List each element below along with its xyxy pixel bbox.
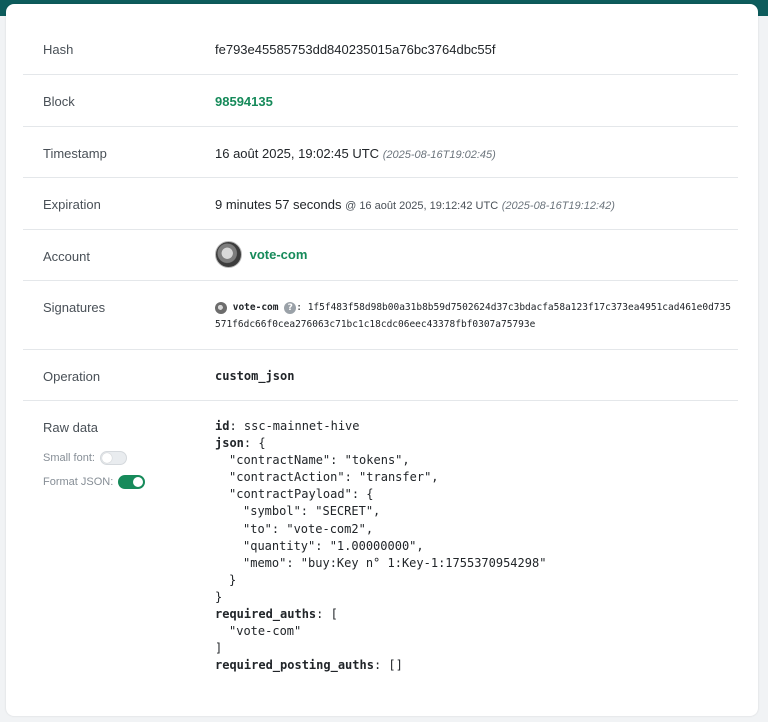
json-key-required-auths: required_auths <box>215 607 317 622</box>
expiration-label: Expiration <box>43 197 101 212</box>
hash-row: Hash fe793e45585753dd840235015a76bc3764d… <box>23 4 738 75</box>
signature-line-1: vote-com ?: 1f5f483f58d98b00a31b8b59d750… <box>215 299 731 316</box>
json-line-contract-payload: "contractPayload": { <box>229 487 374 502</box>
json-line-close-inner: } <box>229 572 237 587</box>
json-key-required-posting-auths: required_posting_auths <box>215 658 374 673</box>
raw-json-block: id: ssc-mainnet-hive json: { "contractName… <box>215 418 546 674</box>
json-line-contract-name: "contractName": "tokens", <box>229 453 410 468</box>
json-line-required-auths-close: ] <box>215 641 223 656</box>
format-json-label: Format JSON: <box>43 475 114 488</box>
format-json-setting: Format JSON: <box>43 475 146 489</box>
json-bracket-open: [ <box>330 607 338 622</box>
json-value-required-posting-auths: [] <box>388 658 403 673</box>
signatures-label: Signatures <box>43 300 106 315</box>
json-line-required-posting-auths: required_posting_auths: [] <box>215 658 403 673</box>
operation-label: Operation <box>43 369 101 384</box>
block-label: Block <box>43 94 75 109</box>
expiration-value: 9 minutes 57 seconds @ 16 août 2025, 19:… <box>215 197 615 212</box>
expiration-iso: (2025-08-16T19:12:42) <box>501 200 615 212</box>
transaction-details-card: Hash fe793e45585753dd840235015a76bc3764d… <box>6 4 758 716</box>
timestamp-date: 16 août 2025, 19:02:45 UTC <box>215 146 380 161</box>
signatures-row: Signatures vote-com ?: 1f5f483f58d98b00a… <box>23 281 738 350</box>
json-line-quantity: "quantity": "1.00000000", <box>243 538 424 553</box>
operation-value: custom_json <box>215 369 295 383</box>
json-line-json: json: { <box>215 436 266 451</box>
json-line-required-auths: required_auths: [ <box>215 607 338 622</box>
expiration-at: @ 16 août 2025, 19:12:42 UTC <box>345 200 499 212</box>
json-line-symbol: "symbol": "SECRET", <box>243 504 381 519</box>
timestamp-value: 16 août 2025, 19:02:45 UTC (2025-08-16T1… <box>215 146 496 161</box>
account-link[interactable]: vote-com <box>250 247 308 262</box>
small-font-label: Small font: <box>43 451 95 464</box>
signer-name[interactable]: vote-com <box>233 302 279 313</box>
block-row: Block 98594135 <box>23 75 738 127</box>
operation-row: Operation custom_json <box>23 350 738 401</box>
json-line-to: "to": "vote-com2", <box>243 521 374 536</box>
json-line-memo: "memo": "buy:Key n° 1:Key-1:175537095429… <box>243 555 547 570</box>
timestamp-row: Timestamp 16 août 2025, 19:02:45 UTC (20… <box>23 127 738 178</box>
timestamp-label: Timestamp <box>43 146 107 161</box>
timestamp-iso: (2025-08-16T19:02:45) <box>382 149 496 161</box>
account-label: Account <box>43 249 90 264</box>
small-font-toggle[interactable] <box>100 451 128 465</box>
raw-data-row: Raw data Small font: Format JSON: id: ss… <box>23 401 738 701</box>
help-icon[interactable]: ? <box>284 301 297 314</box>
json-line-required-auths-item: "vote-com" <box>229 624 302 639</box>
signature-colon: : <box>296 302 302 313</box>
json-line-close-outer: } <box>215 589 223 604</box>
account-avatar[interactable] <box>215 241 242 268</box>
json-line-id: id: ssc-mainnet-hive <box>215 419 360 433</box>
json-line-contract-action: "contractAction": "transfer", <box>229 470 439 485</box>
account-row: Account vote-com <box>23 230 738 281</box>
signature-hash-part2: 571f6dc66f0cea276063c71bc1c18cdc06eec433… <box>215 319 536 330</box>
account-value: vote-com <box>215 241 307 268</box>
expiration-row: Expiration 9 minutes 57 seconds @ 16 aoû… <box>23 178 738 230</box>
signer-avatar[interactable] <box>215 301 227 314</box>
hash-value: fe793e45585753dd840235015a76bc3764dbc55f <box>215 42 496 57</box>
json-key-json: json <box>215 436 244 451</box>
expiration-duration: 9 minutes 57 seconds <box>215 197 342 212</box>
hash-label: Hash <box>43 42 74 57</box>
json-key-id: id <box>215 419 230 433</box>
json-value-id: ssc-mainnet-hive <box>243 419 360 433</box>
raw-data-label: Raw data <box>43 420 98 435</box>
block-link[interactable]: 98594135 <box>215 94 273 109</box>
toggle-knob <box>133 477 144 487</box>
format-json-toggle[interactable] <box>118 475 146 489</box>
toggle-knob <box>102 453 113 463</box>
signature-entry: vote-com ?: 1f5f483f58d98b00a31b8b59d750… <box>215 299 731 333</box>
small-font-setting: Small font: <box>43 451 128 465</box>
signature-hash-part1: 1f5f483f58d98b00a31b8b59d7502624d37c3bda… <box>307 302 731 313</box>
